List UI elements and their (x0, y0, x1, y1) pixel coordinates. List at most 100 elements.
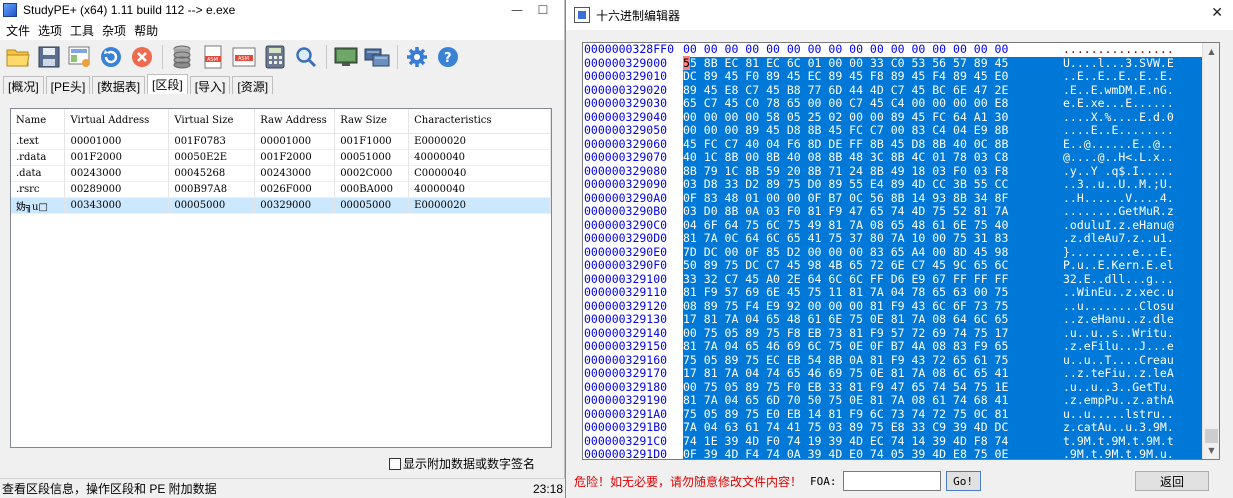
close-window-button[interactable]: ✕ (1211, 5, 1223, 21)
menu-options[interactable]: 选项 (36, 22, 68, 39)
hex-row[interactable]: 000000329190 81 7A 04 65 6D 70 50 75 0E 8… (583, 394, 1203, 408)
tab-imports[interactable]: [导入] (189, 76, 231, 94)
hex-bytes[interactable]: 81 F9 57 69 6E 45 75 11 81 7A 04 78 65 6… (683, 286, 1063, 300)
hex-row[interactable]: 000000329070 40 1C 8B 00 8B 40 08 8B 48 3… (583, 151, 1203, 165)
hex-bytes[interactable]: 03 D8 33 D2 89 75 D0 89 55 E4 89 4D CC 3… (683, 178, 1063, 192)
hex-bytes[interactable]: 00 75 05 89 75 F0 EB 33 81 F9 47 65 74 5… (683, 380, 1063, 395)
hex-ascii[interactable]: .z.dleAu7.z..u1. (1063, 232, 1203, 246)
hex-row[interactable]: 000000329080 8B 79 1C 8B 59 20 8B 71 24 8… (583, 164, 1203, 179)
hex-row[interactable]: 000000329160 75 05 89 75 EC EB 54 8B 0A 8… (583, 353, 1203, 368)
open-folder-icon[interactable] (5, 44, 31, 70)
hex-bytes[interactable]: 8B 79 1C 8B 59 20 8B 71 24 8B 49 18 03 F… (683, 164, 1063, 179)
hex-ascii[interactable]: .u..u..s..Writu. (1063, 326, 1203, 341)
hex-ascii[interactable]: ..u........Closu (1063, 299, 1203, 314)
hex-bytes[interactable]: 40 1C 8B 00 8B 40 08 8B 48 3C 8B 4C 01 7… (683, 151, 1063, 165)
hex-ascii[interactable]: z.catAu..u.3.9M. (1063, 421, 1203, 435)
menu-help[interactable]: 帮助 (132, 22, 164, 39)
hex-bytes[interactable]: 55 8B EC 81 EC 6C 01 00 00 33 C0 53 56 5… (683, 55, 1063, 71)
table-row[interactable]: .rdata 001F2000 00050E2E 001F2000 000510… (11, 149, 551, 166)
hex-row[interactable]: 0000003290C0 04 6F 64 75 6C 75 49 81 7A 0… (583, 218, 1203, 233)
menu-misc[interactable]: 杂项 (100, 22, 132, 39)
hex-ascii[interactable]: e.E.xe...E...... (1063, 97, 1203, 111)
hex-ascii[interactable]: ................ (1063, 43, 1203, 57)
maximize-button[interactable]: ☐ (530, 0, 556, 20)
hex-bytes[interactable]: 45 FC C7 40 04 F6 8D DE FF 8B 45 D8 8B 4… (683, 137, 1063, 152)
help-icon[interactable]: ? (435, 44, 461, 70)
vertical-scrollbar[interactable]: ▲ ▼ (1202, 43, 1219, 459)
database-icon[interactable] (169, 44, 195, 70)
hex-ascii[interactable]: .u..u..3..GetTu. (1063, 380, 1203, 395)
hex-ascii[interactable]: ..E..E..E..E..E. (1063, 70, 1203, 84)
hex-bytes[interactable]: 7D DC 00 0F 85 D2 00 00 00 83 65 A4 00 8… (683, 245, 1063, 260)
hex-ascii[interactable]: .9M.t.9M.t.9M.u. (1063, 448, 1203, 459)
hex-row[interactable]: 0000003290A0 0F 83 48 01 00 00 0F B7 0C 5… (583, 191, 1203, 206)
hex-bytes[interactable]: 75 05 89 75 EC EB 54 8B 0A 81 F9 43 72 6… (683, 353, 1063, 368)
hex-bytes[interactable]: 0F 83 48 01 00 00 0F B7 0C 56 8B 14 93 8… (683, 191, 1063, 206)
asm-view-icon[interactable]: ASM (231, 44, 257, 70)
hex-bytes[interactable]: 81 7A 04 65 6D 70 50 75 0E 81 7A 08 61 7… (683, 394, 1063, 408)
hex-ascii[interactable]: .oduluI.z.eHanu@ (1063, 218, 1203, 233)
table-row-selected[interactable]: 妫╗u□ 00343000 00005000 00329000 00005000… (11, 197, 551, 214)
checkbox-box[interactable] (389, 457, 401, 470)
hex-bytes[interactable]: 08 89 75 F4 E9 92 00 00 00 81 F9 43 6C 6… (683, 299, 1063, 314)
table-row[interactable]: .data 00243000 00045268 00243000 0002C00… (11, 165, 551, 182)
network-icon[interactable] (364, 44, 390, 70)
hex-row[interactable]: 0000003291A0 75 05 89 75 E0 EB 14 81 F9 6… (583, 407, 1203, 422)
hex-ascii[interactable]: @....@..H<.L.x.. (1063, 151, 1203, 165)
column-header-raw-address[interactable]: Raw Address (254, 109, 336, 134)
hex-bytes[interactable]: DC 89 45 F0 89 45 EC 89 45 F8 89 45 F4 8… (683, 70, 1063, 84)
hex-ascii[interactable]: u..u..T....Creau (1063, 353, 1203, 368)
hex-row[interactable]: 000000329060 45 FC C7 40 04 F6 8D DE FF 8… (583, 137, 1203, 152)
monitor-icon[interactable] (333, 44, 359, 70)
hex-row[interactable]: 0000003291D0 0F 39 4D F4 74 0A 39 4D E0 7… (583, 448, 1203, 459)
column-header-virtual-size[interactable]: Virtual Size (168, 109, 256, 134)
hex-row[interactable]: 000000329150 81 7A 04 65 46 69 6C 75 0E 0… (583, 340, 1203, 354)
hex-ascii[interactable]: .E..E.wmDM.E.nG. (1063, 83, 1203, 98)
column-header-raw-size[interactable]: Raw Size (334, 109, 410, 134)
hex-ascii[interactable]: P.u..E.Kern.E.el (1063, 259, 1203, 273)
go-button[interactable]: Go! (945, 471, 981, 491)
hex-ascii[interactable]: ..3..u..U..M.;U. (1063, 178, 1203, 192)
menu-file[interactable]: 文件 (4, 22, 36, 39)
hex-ascii[interactable]: ..z.teFiu..z.leA (1063, 367, 1203, 381)
hex-view[interactable]: 0000000328FF0 00 00 00 00 00 00 00 00 00 … (582, 42, 1220, 460)
hex-ascii[interactable]: U....l...3.SVW.E (1063, 56, 1203, 71)
hex-row[interactable]: 000000329050 00 00 00 89 45 D8 8B 45 FC C… (583, 124, 1203, 138)
hex-ascii[interactable]: ........GetMuR.z (1063, 205, 1203, 219)
column-header-characteristics[interactable]: Characteristics (408, 109, 551, 134)
scroll-down-icon[interactable]: ▼ (1203, 442, 1219, 459)
hex-row[interactable]: 0000000328FF0 00 00 00 00 00 00 00 00 00 … (583, 43, 1203, 57)
hex-row[interactable]: 0000003290F0 50 89 75 DC C7 45 98 4B 65 7… (583, 259, 1203, 273)
table-row[interactable]: .rsrc 00289000 000B97A8 0026F000 000BA00… (11, 181, 551, 198)
hex-bytes[interactable]: 0F 39 4D F4 74 0A 39 4D E0 74 05 39 4D E… (683, 448, 1063, 459)
hex-row[interactable]: 000000329020 89 45 E8 C7 45 B8 77 6D 44 4… (583, 83, 1203, 98)
settings-gear-icon[interactable] (404, 44, 430, 70)
hex-row[interactable]: 000000329120 08 89 75 F4 E9 92 00 00 00 8… (583, 299, 1203, 314)
tab-resources[interactable]: [资源] (232, 76, 274, 94)
hex-bytes[interactable]: 00 00 00 89 45 D8 8B 45 FC C7 00 83 C4 0… (683, 124, 1063, 138)
hex-bytes[interactable]: 00 00 00 00 58 05 25 02 00 00 89 45 FC 6… (683, 110, 1063, 125)
hex-row[interactable]: 000000329180 00 75 05 89 75 F0 EB 33 81 F… (583, 380, 1203, 395)
minimize-button[interactable]: — (504, 0, 530, 20)
hex-cursor[interactable]: 5 (683, 55, 690, 70)
hex-ascii[interactable]: .z.empPu..z.athA (1063, 394, 1203, 408)
close-icon[interactable] (129, 44, 155, 70)
tab-pe-header[interactable]: [PE头] (45, 76, 91, 94)
column-header-name[interactable]: Name (11, 109, 66, 134)
hex-ascii[interactable]: t.9M.t.9M.t.9M.t (1063, 434, 1203, 449)
hex-ascii[interactable]: .z.eFilu...J...e (1063, 340, 1203, 354)
hex-ascii[interactable]: u..u.....lstru.. (1063, 407, 1203, 422)
hex-row[interactable]: 000000329040 00 00 00 00 58 05 25 02 00 0… (583, 110, 1203, 125)
menu-tools[interactable]: 工具 (68, 22, 100, 39)
back-button[interactable]: 返回 (1135, 471, 1209, 491)
calculator-icon[interactable] (262, 44, 288, 70)
hex-bytes[interactable]: 81 7A 0C 64 6C 65 41 75 37 80 7A 10 00 7… (683, 232, 1063, 246)
hex-row[interactable]: 0000003291C0 74 1E 39 4D F0 74 19 39 4D E… (583, 434, 1203, 449)
search-icon[interactable] (293, 44, 319, 70)
hex-bytes[interactable]: 17 81 7A 04 74 65 46 69 75 0E 81 7A 08 6… (683, 367, 1063, 381)
hex-ascii[interactable]: }.........e...E. (1063, 245, 1203, 260)
column-header-virtual-address[interactable]: Virtual Address (64, 109, 170, 134)
hex-row[interactable]: 0000003290E0 7D DC 00 0F 85 D2 00 00 00 8… (583, 245, 1203, 260)
hex-row[interactable]: 0000003290B0 03 D0 8B 0A 03 F0 81 F9 47 6… (583, 205, 1203, 219)
refresh-icon[interactable] (98, 44, 124, 70)
